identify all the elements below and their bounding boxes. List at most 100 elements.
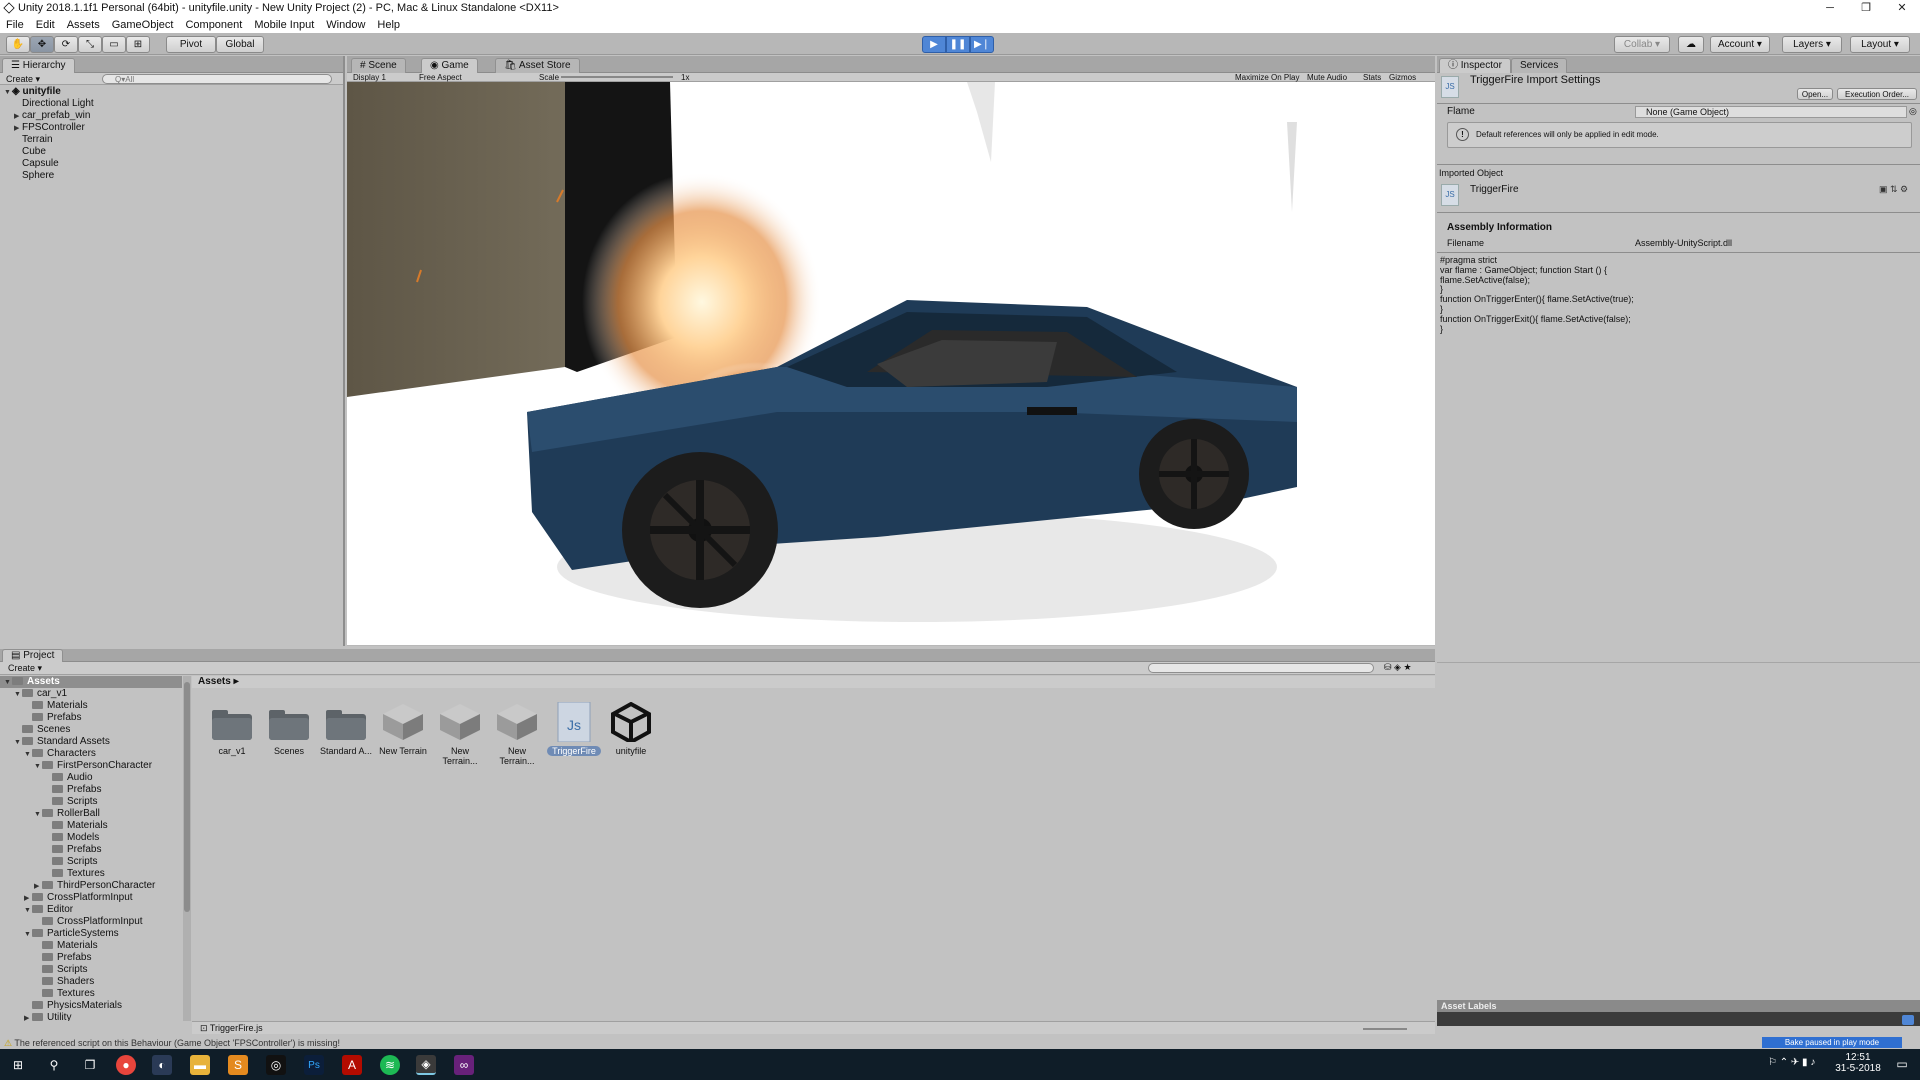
visual-studio-icon[interactable]: ∞ (454, 1055, 474, 1075)
project-create-button[interactable]: Create ▾ (8, 663, 42, 674)
minimize-button[interactable]: ─ (1812, 0, 1848, 16)
tree-scroll-thumb[interactable] (184, 682, 190, 912)
unity-taskbar-icon[interactable]: ◈ (416, 1055, 436, 1075)
global-toggle[interactable]: Global (216, 36, 264, 53)
execution-order-button[interactable]: Execution Order... (1837, 88, 1917, 100)
mute-audio-toggle[interactable]: Mute Audio (1307, 73, 1347, 82)
project-tree-item[interactable]: ▼ Editor (0, 904, 182, 916)
play-button[interactable]: ▶ (922, 36, 946, 53)
tab-services[interactable]: Services (1511, 58, 1568, 73)
aspect-dropdown[interactable]: Free Aspect (419, 73, 462, 82)
maximize-on-play-toggle[interactable]: Maximize On Play (1235, 73, 1299, 82)
notifications-icon[interactable]: ▭ (1892, 1054, 1912, 1074)
display-dropdown[interactable]: Display 1 (353, 73, 386, 82)
menu-window[interactable]: Window (326, 19, 365, 31)
start-windows-icon[interactable]: ⊞ (8, 1055, 28, 1075)
account-dropdown[interactable]: Account ▾ (1710, 36, 1770, 53)
project-breadcrumb[interactable]: Assets ▸ (192, 676, 1435, 688)
project-tree-item[interactable]: ▼ Assets (0, 676, 182, 688)
asset-item[interactable]: New Terrain... (490, 702, 544, 766)
filter-icons[interactable]: ⛁ ◈ ★ (1384, 662, 1412, 673)
tab-project[interactable]: ▤ Project (2, 649, 64, 662)
project-tree-item[interactable]: Materials (0, 940, 182, 952)
project-tree-item[interactable]: Scripts (0, 964, 182, 976)
project-tree-item[interactable]: ▼ ParticleSystems (0, 928, 182, 940)
asset-item[interactable]: Standard A... (319, 702, 373, 756)
rotate-tool-icon[interactable]: ⟳ (54, 36, 78, 53)
transform-tool-icon[interactable]: ⊞ (126, 36, 150, 53)
project-search-input[interactable] (1148, 663, 1374, 673)
project-tree-item[interactable]: Prefabs (0, 712, 182, 724)
project-tree-item[interactable]: Models (0, 832, 182, 844)
project-tree-item[interactable]: ▼ FirstPersonCharacter (0, 760, 182, 772)
tab-asset-store[interactable]: 🛍 Asset Store (495, 58, 580, 73)
hierarchy-item[interactable]: Directional Light (0, 98, 345, 110)
scale-slider[interactable] (561, 76, 673, 78)
hand-tool-icon[interactable]: ✋ (6, 36, 30, 53)
tab-game[interactable]: ◉ Game (421, 58, 478, 73)
restore-button[interactable]: ❐ (1848, 0, 1884, 16)
hierarchy-item[interactable]: ▶ FPSController (0, 122, 345, 134)
status-bar[interactable]: ⚠ The referenced script on this Behaviou… (0, 1037, 1920, 1049)
tab-scene[interactable]: # Scene (351, 58, 406, 73)
gizmos-dropdown[interactable]: Gizmos (1389, 73, 1416, 82)
scale-tool-icon[interactable]: ⤡ (78, 36, 102, 53)
flame-object-field[interactable]: None (Game Object) (1635, 106, 1907, 118)
project-tree-item[interactable]: Textures (0, 988, 182, 1000)
step-button[interactable]: ▶❘ (970, 36, 994, 53)
chrome-icon[interactable]: ● (116, 1055, 136, 1075)
steam-icon[interactable]: ◐ (152, 1055, 172, 1075)
project-tree-item[interactable]: Scripts (0, 796, 182, 808)
project-tree-item[interactable]: Scripts (0, 856, 182, 868)
pivot-toggle[interactable]: Pivot (166, 36, 216, 53)
layers-dropdown[interactable]: Layers ▾ (1782, 36, 1842, 53)
project-tree-item[interactable]: Prefabs (0, 952, 182, 964)
tray-icons[interactable]: ⚐ ⌃ ✈ ▮ ♪ (1768, 1057, 1815, 1068)
search-icon[interactable]: ⚲ (44, 1055, 64, 1075)
component-settings-icons[interactable]: ▣ ⇅ ⚙ (1879, 184, 1908, 195)
project-tree-item[interactable]: ▶ ThirdPersonCharacter (0, 880, 182, 892)
game-view[interactable] (347, 82, 1435, 645)
tab-inspector[interactable]: ⓘ Inspector (1439, 58, 1511, 73)
clock[interactable]: 12:51 31-5-2018 (1830, 1052, 1886, 1074)
project-tree-item[interactable]: ▼ Characters (0, 748, 182, 760)
project-tree-item[interactable]: PhysicsMaterials (0, 1000, 182, 1012)
asset-item[interactable]: New Terrain... (433, 702, 487, 766)
layout-dropdown[interactable]: Layout ▾ (1850, 36, 1910, 53)
menu-assets[interactable]: Assets (67, 19, 100, 31)
menu-edit[interactable]: Edit (36, 19, 55, 31)
object-picker-icon[interactable]: ◎ (1909, 106, 1917, 117)
hierarchy-item[interactable]: Sphere (0, 170, 345, 182)
menu-help[interactable]: Help (377, 19, 400, 31)
close-button[interactable]: ✕ (1884, 0, 1920, 16)
unity-hub-icon[interactable]: ◎ (266, 1055, 286, 1075)
asset-item[interactable]: Js TriggerFire (547, 701, 601, 756)
project-tree-item[interactable]: ▼ RollerBall (0, 808, 182, 820)
open-button[interactable]: Open... (1797, 88, 1833, 100)
photoshop-icon[interactable]: Ps (304, 1055, 324, 1075)
project-tree-item[interactable]: Textures (0, 868, 182, 880)
menu-gameobject[interactable]: GameObject (112, 19, 174, 31)
tree-scrollbar[interactable] (183, 676, 191, 1021)
scene-root[interactable]: ▼◈ unityfile (0, 86, 345, 98)
expand-arrow-icon[interactable]: ▶ (24, 1013, 32, 1021)
hierarchy-item[interactable]: Terrain (0, 134, 345, 146)
project-tree-item[interactable]: ▼ car_v1 (0, 688, 182, 700)
project-tree-item[interactable]: Scenes (0, 724, 182, 736)
project-tree-item[interactable]: ▶ Utility (0, 1012, 182, 1021)
icon-size-slider[interactable] (1363, 1028, 1407, 1030)
task-view-icon[interactable]: ❐ (80, 1055, 100, 1075)
file-explorer-icon[interactable]: ▬ (190, 1055, 210, 1075)
hierarchy-create-button[interactable]: Create ▾ (6, 74, 40, 85)
menu-component[interactable]: Component (185, 19, 242, 31)
asset-item[interactable]: New Terrain (376, 702, 430, 756)
hierarchy-item[interactable]: Cube (0, 146, 345, 158)
hierarchy-search-input[interactable]: Q▾All (102, 74, 332, 84)
asset-item[interactable]: unityfile (604, 701, 658, 756)
rect-tool-icon[interactable]: ▭ (102, 36, 126, 53)
project-tree-item[interactable]: Materials (0, 820, 182, 832)
asset-item[interactable]: car_v1 (205, 702, 259, 756)
hierarchy-item[interactable]: ▶ car_prefab_win (0, 110, 345, 122)
hierarchy-item[interactable]: Capsule (0, 158, 345, 170)
tab-hierarchy[interactable]: ☰ Hierarchy (2, 58, 75, 73)
